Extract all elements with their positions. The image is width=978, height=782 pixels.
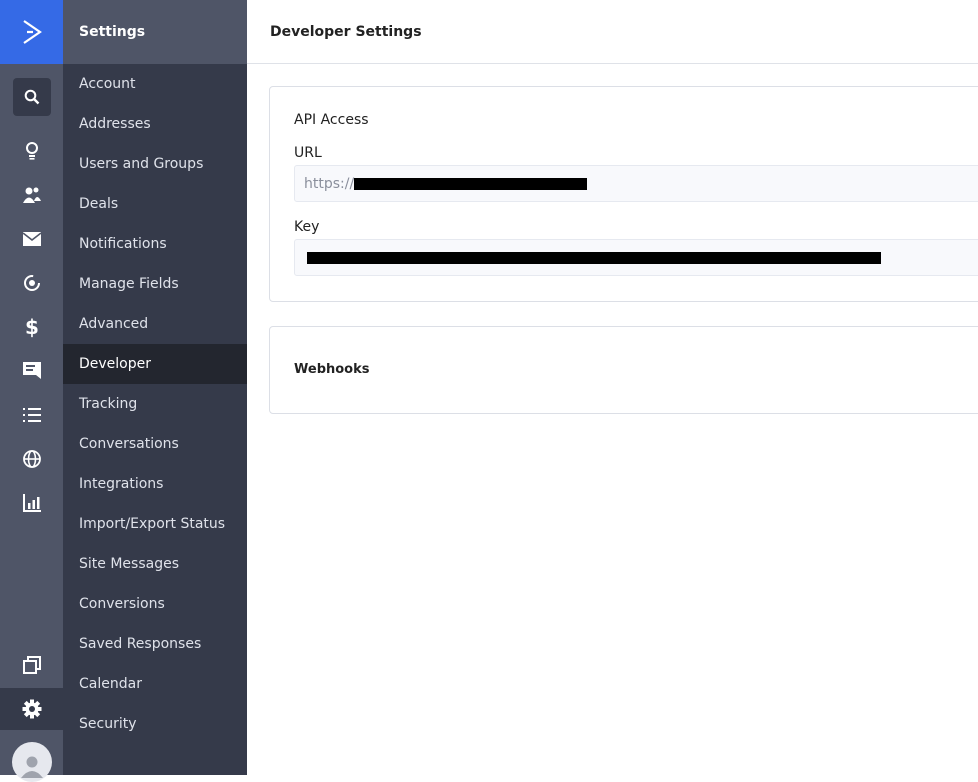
- webhooks-card[interactable]: Webhooks: [269, 326, 978, 414]
- email-icon[interactable]: [13, 220, 51, 258]
- page-title: Developer Settings: [247, 0, 978, 64]
- logo-icon[interactable]: [0, 0, 63, 64]
- key-field[interactable]: [294, 239, 978, 276]
- sidebar-item-saved-responses[interactable]: Saved Responses: [63, 624, 247, 664]
- redaction-bar: [354, 177, 588, 190]
- conversations-icon[interactable]: [13, 352, 51, 390]
- sidebar-item-conversations[interactable]: Conversations: [63, 424, 247, 464]
- sidebar-item-deals[interactable]: Deals: [63, 184, 247, 224]
- sidebar-item-site-messages[interactable]: Site Messages: [63, 544, 247, 584]
- automation-icon[interactable]: [13, 264, 51, 302]
- avatar-icon[interactable]: [12, 742, 52, 782]
- url-field[interactable]: https://: [294, 165, 978, 202]
- url-label: URL: [294, 145, 322, 161]
- sidebar-item-manage-fields[interactable]: Manage Fields: [63, 264, 247, 304]
- settings-sidebar: Settings Account Addresses Users and Group…: [63, 0, 247, 775]
- main-content: Developer Settings API Access URL https:…: [247, 0, 978, 775]
- reports-icon[interactable]: [13, 484, 51, 522]
- sidebar-item-security[interactable]: Security: [63, 704, 247, 744]
- sidebar-item-tracking[interactable]: Tracking: [63, 384, 247, 424]
- contacts-icon[interactable]: [13, 176, 51, 214]
- sidebar-title: Settings: [63, 0, 247, 64]
- globe-icon[interactable]: [13, 440, 51, 478]
- sidebar-item-advanced[interactable]: Advanced: [63, 304, 247, 344]
- icon-rail: $: [0, 0, 63, 782]
- sidebar-item-users-and-groups[interactable]: Users and Groups: [63, 144, 247, 184]
- sidebar-item-import-export-status[interactable]: Import/Export Status: [63, 504, 247, 544]
- gear-icon[interactable]: [0, 688, 63, 730]
- key-label: Key: [294, 219, 320, 235]
- pages-icon[interactable]: [13, 646, 51, 684]
- lightbulb-icon[interactable]: [13, 132, 51, 170]
- url-value: https://: [304, 175, 355, 192]
- api-access-title: API Access: [294, 112, 369, 128]
- api-access-card: API Access URL https:// Key: [269, 86, 978, 302]
- sidebar-item-calendar[interactable]: Calendar: [63, 664, 247, 704]
- list-icon[interactable]: [13, 396, 51, 434]
- dollar-icon[interactable]: $: [13, 308, 51, 346]
- sidebar-item-developer[interactable]: Developer: [63, 344, 247, 384]
- webhooks-title: Webhooks: [294, 362, 370, 377]
- sidebar-item-notifications[interactable]: Notifications: [63, 224, 247, 264]
- sidebar-item-conversions[interactable]: Conversions: [63, 584, 247, 624]
- sidebar-item-integrations[interactable]: Integrations: [63, 464, 247, 504]
- sidebar-item-addresses[interactable]: Addresses: [63, 104, 247, 144]
- redaction-bar: [307, 251, 881, 264]
- sidebar-item-account[interactable]: Account: [63, 64, 247, 104]
- search-icon[interactable]: [13, 78, 51, 116]
